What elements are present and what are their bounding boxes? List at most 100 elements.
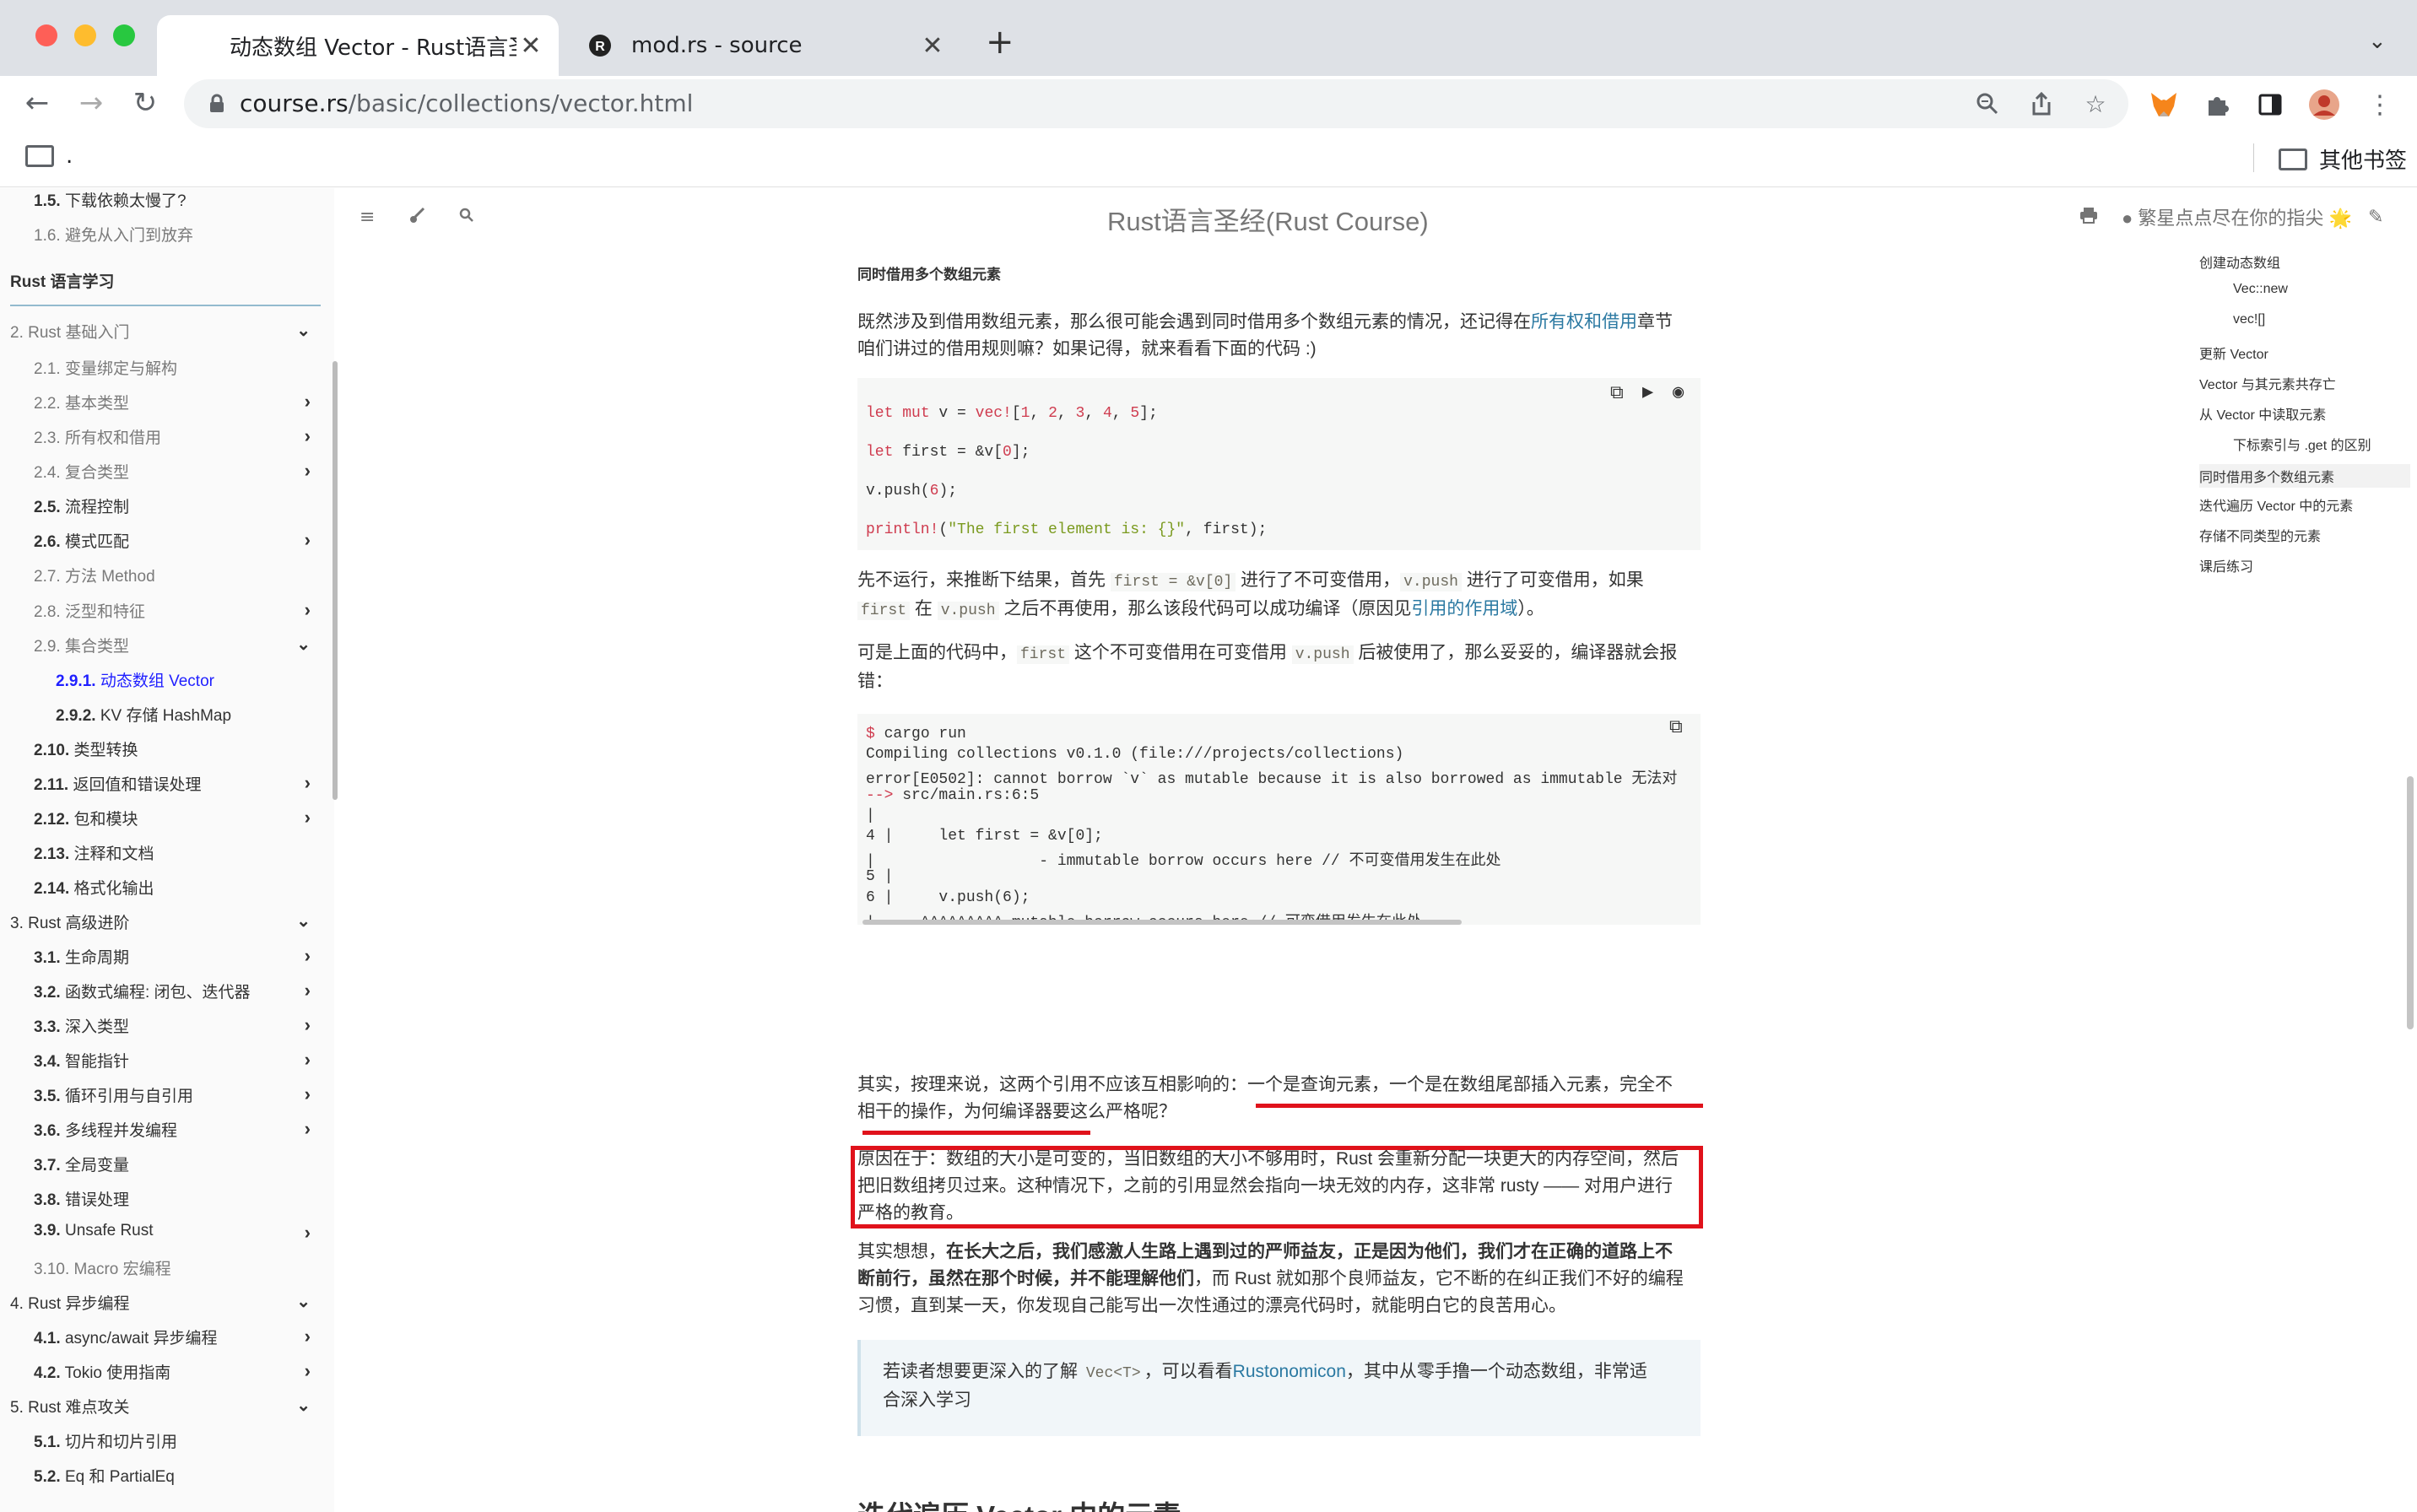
sidebar-item[interactable]: 4.1. async/await 异步编程 ›	[0, 1326, 321, 1359]
chevron-right-icon[interactable]: ›	[305, 391, 311, 413]
sidebar-item[interactable]: 5. Rust 难点攻关 ⌄	[0, 1395, 321, 1428]
page-scrollbar[interactable]	[2407, 776, 2414, 1029]
chevron-right-icon[interactable]: ›	[305, 1014, 311, 1036]
sidebar-item[interactable]: 3.2. 函数式编程: 闭包、迭代器 ›	[0, 980, 321, 1013]
forward-arrow-icon[interactable]: →	[74, 86, 108, 120]
zoom-icon[interactable]	[1973, 89, 2002, 118]
reference-scope-link[interactable]: 引用的作用域	[1411, 599, 1517, 618]
sidebar-item[interactable]: 3.3. 深入类型 ›	[0, 1014, 321, 1048]
browser-menu-icon[interactable]: ⋮	[2363, 88, 2397, 122]
sidebar-item[interactable]: 2.14. 格式化输出	[0, 876, 321, 910]
sidebar-item[interactable]: 2.10. 类型转换	[0, 737, 321, 771]
toc-item[interactable]: 存储不同类型的元素	[2199, 525, 2321, 545]
minimize-window-button[interactable]	[74, 24, 96, 46]
chevron-right-icon[interactable]: ›	[305, 772, 311, 794]
toc-item[interactable]: Vector 与其元素共存亡	[2199, 373, 2336, 393]
chevron-right-icon[interactable]: ›	[305, 529, 311, 551]
print-icon[interactable]	[2079, 207, 2098, 229]
sidebar-item[interactable]: 2. Rust 基础入门 ⌄	[0, 320, 321, 354]
ownership-link[interactable]: 所有权和借用	[1531, 312, 1637, 332]
chevron-down-icon[interactable]: ⌄	[296, 1395, 311, 1416]
sidebar-item[interactable]: 2.1. 变量绑定与解构	[0, 356, 321, 390]
chevron-down-icon[interactable]: ⌄	[296, 320, 311, 341]
extensions-puzzle-icon[interactable]	[2201, 88, 2235, 122]
tab-vector[interactable]: 动态数组 Vector - Rust语言圣经 ✕	[157, 15, 559, 76]
address-bar[interactable]: course.rs/basic/collections/vector.html …	[184, 79, 2128, 128]
sidebar-item[interactable]: 2.6. 模式匹配 ›	[0, 529, 321, 563]
side-panel-icon[interactable]	[2253, 88, 2287, 122]
profile-avatar[interactable]	[2307, 88, 2341, 122]
sidebar-item[interactable]: 2.8. 泛型和特征 ›	[0, 599, 321, 633]
chevron-right-icon[interactable]: ›	[305, 945, 311, 967]
sidebar-item[interactable]: 2.11. 返回值和错误处理 ›	[0, 772, 321, 806]
chevron-down-icon[interactable]: ⌄	[296, 634, 311, 655]
sidebar-item[interactable]: 2.5. 流程控制	[0, 494, 321, 528]
sidebar-item[interactable]: 2.3. 所有权和借用 ›	[0, 425, 321, 459]
tab-mod-rs[interactable]: R mod.rs - source ✕	[559, 15, 960, 76]
sidebar-item[interactable]: 3.1. 生命周期 ›	[0, 945, 321, 979]
sidebar-scrollbar[interactable]	[333, 361, 338, 800]
close-tab-icon[interactable]: ✕	[516, 31, 545, 61]
chevron-right-icon[interactable]: ›	[305, 425, 311, 447]
bookmark-star-icon[interactable]: ☆	[2081, 89, 2110, 118]
sidebar-item[interactable]: 3.10. Macro 宏编程	[0, 1256, 321, 1290]
chevron-right-icon[interactable]: ›	[305, 1326, 311, 1347]
sidebar-item[interactable]: 2.9.1. 动态数组 Vector	[0, 668, 321, 702]
back-arrow-icon[interactable]: ←	[20, 86, 54, 120]
bookmark-folder[interactable]: .	[25, 143, 73, 169]
code-horizontal-scrollbar[interactable]	[862, 920, 1462, 925]
toggle-hidden-eye-icon[interactable]: ◉	[1673, 381, 1684, 403]
chevron-right-icon[interactable]: ›	[305, 1083, 311, 1105]
toggle-sidebar-icon[interactable]: ≡	[360, 207, 375, 228]
new-tab-button[interactable]: +	[986, 25, 1014, 59]
toc-item[interactable]: Vec::new	[2233, 282, 2288, 297]
toc-item[interactable]: 下标索引与 .get 的区别	[2233, 434, 2371, 454]
maximize-window-button[interactable]	[113, 24, 135, 46]
metamask-fox-icon[interactable]	[2147, 88, 2181, 122]
sidebar-item[interactable]: 2.2. 基本类型 ›	[0, 391, 321, 424]
sidebar-item[interactable]: 3.5. 循环引用与自引用 ›	[0, 1083, 321, 1117]
chevron-down-icon[interactable]: ⌄	[296, 1291, 311, 1312]
toc-item[interactable]: 同时借用多个数组元素	[2199, 464, 2410, 488]
chevron-right-icon[interactable]: ›	[305, 460, 311, 482]
tab-search-chevron-icon[interactable]: ⌄	[2368, 29, 2387, 54]
sidebar-item[interactable]: 2.9. 集合类型 ⌄	[0, 634, 321, 667]
sidebar-item[interactable]: 3.7. 全局变量	[0, 1153, 321, 1186]
sidebar-item[interactable]: 3. Rust 高级进阶 ⌄	[0, 910, 321, 944]
sidebar-item[interactable]: 5.1. 切片和切片引用	[0, 1429, 321, 1463]
toc-item[interactable]: 迭代遍历 Vector 中的元素	[2199, 494, 2353, 515]
chevron-right-icon[interactable]: ›	[305, 599, 311, 621]
toc-item[interactable]: vec![]	[2233, 312, 2265, 327]
search-icon[interactable]	[459, 207, 474, 228]
sidebar-item[interactable]: 2.4. 复合类型 ›	[0, 460, 321, 494]
toc-item[interactable]: 更新 Vector	[2199, 343, 2268, 363]
other-bookmarks-folder[interactable]: 其他书签	[2279, 143, 2407, 175]
rustonomicon-link[interactable]: Rustonomicon	[1233, 1362, 1346, 1381]
share-icon[interactable]	[2027, 89, 2056, 118]
copy-icon[interactable]: ⧉	[1610, 383, 1624, 404]
sidebar-item[interactable]: 2.9.2. KV 存储 HashMap	[0, 703, 321, 737]
chevron-right-icon[interactable]: ›	[305, 1118, 311, 1140]
sidebar-item[interactable]: 1.6. 避免从入门到放弃	[0, 223, 321, 256]
sidebar-item[interactable]: 3.6. 多线程并发编程 ›	[0, 1118, 321, 1152]
reload-icon[interactable]: ↻	[128, 86, 162, 120]
close-window-button[interactable]	[35, 24, 57, 46]
run-play-icon[interactable]: ▶	[1642, 381, 1653, 403]
sidebar-item[interactable]: 3.4. 智能指针 ›	[0, 1049, 321, 1083]
sidebar-item[interactable]: 4. Rust 异步编程 ⌄	[0, 1291, 321, 1325]
sidebar-item[interactable]: 4.2. Tokio 使用指南 ›	[0, 1360, 321, 1394]
close-tab-icon[interactable]: ✕	[918, 31, 947, 61]
chevron-right-icon[interactable]: ›	[305, 807, 311, 829]
toc-item[interactable]: 创建动态数组	[2199, 251, 2280, 272]
lock-icon[interactable]	[203, 89, 231, 118]
edit-icon[interactable]: ✎	[2368, 207, 2383, 228]
sidebar-item[interactable]: 2.13. 注释和文档	[0, 841, 321, 875]
theme-brush-icon[interactable]	[408, 207, 425, 229]
sidebar-item[interactable]: 2.12. 包和模块 ›	[0, 807, 321, 840]
chevron-right-icon[interactable]: ›	[305, 1222, 311, 1244]
sidebar-item[interactable]: 5.2. Eq 和 PartialEq	[0, 1464, 321, 1498]
chevron-down-icon[interactable]: ⌄	[296, 910, 311, 932]
sidebar-item[interactable]: Rust 语言学习	[0, 269, 321, 303]
sidebar-item[interactable]: 2.7. 方法 Method	[0, 564, 321, 597]
chevron-right-icon[interactable]: ›	[305, 980, 311, 1002]
